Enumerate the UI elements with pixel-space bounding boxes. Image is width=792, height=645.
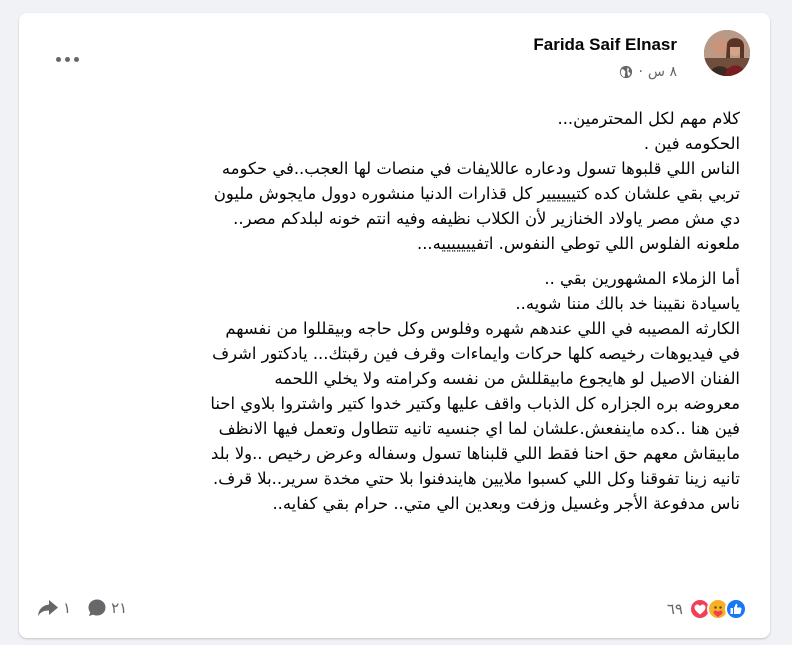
author-name[interactable]: Farida Saif Elnasr [533, 35, 677, 55]
post-meta: ٨ س · [619, 64, 677, 80]
post-text: كلام مهم لكل المحترمين... الحكومه فين . … [47, 107, 740, 528]
post-line: الفنان الاصيل لو هايجوع مابيقللش من نفسه… [274, 369, 740, 389]
post-line: أما الزملاء المشهورين بقي .. [544, 269, 740, 289]
post-line: مابيقاش معهم حق احنا فقط اللي قلبناها تس… [211, 443, 740, 463]
post-footer: ١ ٢١ ٦٩ [19, 595, 770, 629]
engagement-stats: ١ ٢١ [37, 598, 127, 618]
share-icon [38, 600, 58, 616]
avatar-image [704, 30, 750, 76]
post-line: الناس اللي قلبوها تسول ودعاره عاللايفات … [221, 158, 740, 178]
avatar[interactable] [704, 30, 750, 76]
post-line: دي مش مصر ياولاد الخنازير لأن الكلاب نظي… [233, 208, 740, 228]
globe-icon [620, 65, 633, 79]
share-count: ١ [63, 599, 72, 617]
post-line: تربي بقي علشان كده كتيييييير كل قذارات ا… [213, 183, 740, 203]
post-line: فين هنا ..كده ماينفعش.علشان لما اي جنسيه… [218, 418, 740, 438]
share-stat[interactable]: ١ [37, 599, 71, 617]
post-paragraph-2: أما الزملاء المشهورين بقي .. ياسيادة نقي… [47, 267, 740, 516]
post-paragraph-1: كلام مهم لكل المحترمين... الحكومه فين . … [47, 107, 740, 256]
more-options-button[interactable] [49, 47, 85, 71]
reactions-summary[interactable]: ٦٩ [667, 598, 747, 620]
post-line: كلام مهم لكل المحترمين... [557, 109, 741, 128]
comment-stat[interactable]: ٢١ [87, 598, 127, 618]
comment-icon [88, 599, 106, 616]
post-line: تانيه زينا تفوقنا وكل اللي كسبوا ملايين … [213, 468, 740, 488]
post-line: الحكومه فين . [643, 133, 740, 153]
post-line: معروضه بره الجزاره كل الذباب واقف عليها … [210, 393, 740, 413]
like-reaction-icon [725, 598, 747, 620]
post-line: في فيديوهات رخيصه كلها حركات وايماءات وق… [212, 344, 740, 364]
post-line: ياسيادة نقيبنا خد بالك مننا شويه.. [515, 294, 740, 314]
comment-count: ٢١ [111, 599, 128, 617]
post-line: ناس مدفوعة الأجر وغسيل وزفت وبعدين الي م… [272, 493, 740, 513]
reaction-icons [689, 598, 747, 620]
post-time[interactable]: ٨ س [648, 64, 677, 80]
more-icon [55, 56, 61, 62]
post-line: ملعونه الفلوس اللي توطي النفوس. اتفييييي… [416, 233, 740, 253]
post-line: الكارثه المصيبه في اللي عندهم شهره وفلوس… [225, 319, 740, 339]
reaction-count: ٦٩ [666, 600, 683, 618]
post-card: Farida Saif Elnasr ٨ س · كلام مهم لكل ال… [19, 13, 770, 638]
meta-separator: · [638, 64, 643, 80]
